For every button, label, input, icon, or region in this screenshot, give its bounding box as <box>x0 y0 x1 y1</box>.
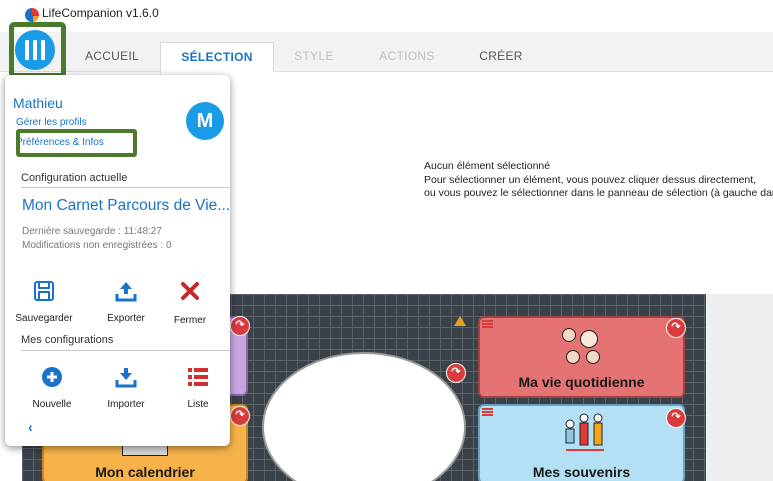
import-button[interactable]: Importer <box>94 366 158 410</box>
cell-lines-icon <box>482 408 493 417</box>
export-label: Exporter <box>107 313 145 324</box>
pictogram-family-icon <box>565 413 604 451</box>
warning-icon <box>454 316 466 326</box>
tab-style: STYLE <box>294 49 334 63</box>
section-divider <box>21 187 230 188</box>
import-icon <box>115 368 137 388</box>
redirect-arrow-icon[interactable]: ↷ <box>446 363 466 383</box>
app-logo-icon <box>25 8 39 22</box>
main-menu-button[interactable] <box>15 30 55 70</box>
import-label: Importer <box>107 399 145 410</box>
menu-bars-icon <box>25 40 29 60</box>
profile-name: Mathieu <box>13 95 63 111</box>
info-line-2: Pour sélectionner un élément, vous pouve… <box>424 173 757 186</box>
avatar[interactable]: M <box>186 102 224 140</box>
current-config-header: Configuration actuelle <box>21 172 128 184</box>
last-save-time: Dernière sauvegarde : 11:48:27 <box>22 226 162 237</box>
current-config-name[interactable]: Mon Carnet Parcours de Vie... <box>22 197 230 215</box>
save-icon <box>34 281 54 301</box>
tab-actions: ACTIONS <box>379 49 435 63</box>
save-label: Sauvegarder <box>15 313 73 324</box>
window-title: LifeCompanion v1.6.0 <box>42 6 159 20</box>
tab-selection[interactable]: SÉLECTION <box>160 42 274 73</box>
save-button[interactable]: Sauvegarder <box>12 280 76 324</box>
cell-label-calendar: Mon calendrier <box>95 464 195 480</box>
close-icon <box>181 282 199 300</box>
info-line-3: ou vous pouvez le sélectionner dans le p… <box>424 187 773 199</box>
close-label: Fermer <box>173 315 207 326</box>
list-icon <box>188 368 208 386</box>
preferences-highlight <box>16 129 137 157</box>
unsaved-changes-count: Modifications non enregistrées : 0 <box>22 240 172 251</box>
tab-bar: ACCUEIL SÉLECTION STYLE ACTIONS CRÉER <box>0 32 773 73</box>
redirect-arrow-icon[interactable]: ↷ <box>230 316 250 336</box>
section-divider <box>21 350 230 351</box>
cell-lines-icon <box>482 320 493 329</box>
app-window: { "window": { "title": "LifeCompanion v1… <box>0 0 773 481</box>
config-list-button[interactable]: Liste <box>166 366 230 410</box>
add-circle-icon <box>42 367 62 387</box>
export-button[interactable]: Exporter <box>94 280 158 324</box>
redirect-arrow-icon[interactable]: ↷ <box>666 318 686 338</box>
selection-info-text: Aucun élément sélectionné Pour sélection… <box>424 160 773 201</box>
grid-cell-memories[interactable]: Mes souvenirs <box>478 404 685 481</box>
export-icon <box>115 282 137 302</box>
my-configs-header: Mes configurations <box>21 334 114 346</box>
canvas-right-margin <box>706 294 773 481</box>
list-label: Liste <box>187 399 209 410</box>
new-config-label: Nouvelle <box>32 399 72 410</box>
chevron-left-icon[interactable]: ‹ <box>28 419 33 435</box>
cell-label-daily-life: Ma vie quotidienne <box>518 374 645 390</box>
manage-profiles-link[interactable]: Gérer les profils <box>16 117 87 128</box>
title-bar: LifeCompanion v1.6.0 <box>0 0 773 32</box>
cell-label-memories: Mes souvenirs <box>532 464 631 480</box>
info-line-1: Aucun élément sélectionné <box>424 160 551 172</box>
redirect-arrow-icon[interactable]: ↷ <box>230 406 250 426</box>
redirect-arrow-icon[interactable]: ↷ <box>666 408 686 428</box>
tab-creer[interactable]: CRÉER <box>468 42 534 72</box>
close-config-button[interactable]: Fermer <box>158 280 222 326</box>
tab-accueil[interactable]: ACCUEIL <box>74 42 150 72</box>
pictogram-face-icon <box>562 328 576 342</box>
grid-cell-daily-life[interactable]: Ma vie quotidienne <box>478 316 685 398</box>
new-config-button[interactable]: Nouvelle <box>20 366 84 410</box>
